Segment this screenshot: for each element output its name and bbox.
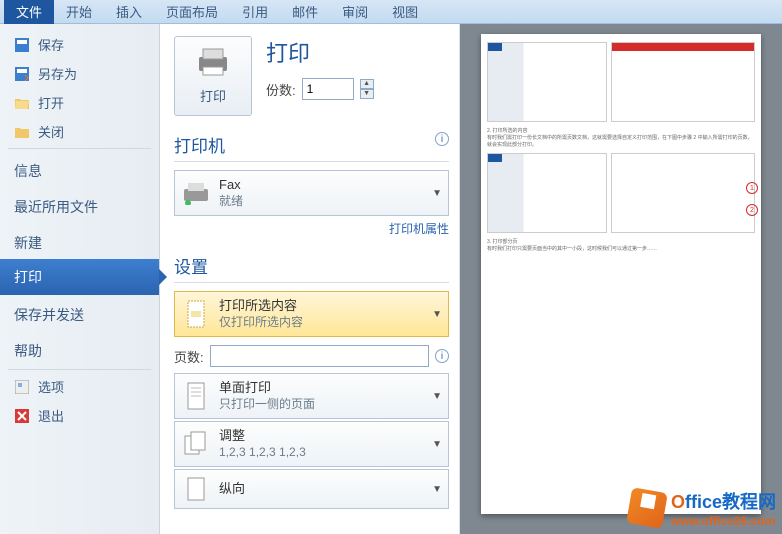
onesided-subtitle: 只打印一侧的页面 <box>219 397 424 413</box>
info-icon[interactable]: i <box>435 132 449 146</box>
open-icon <box>14 95 30 111</box>
sidebar-cat-saveandsend[interactable]: 保存并发送 <box>0 295 159 331</box>
separator <box>8 148 151 149</box>
sidebar-item-open[interactable]: 打开 <box>0 88 159 117</box>
spin-up-icon[interactable]: ▲ <box>360 79 374 89</box>
sidebar-cat-info[interactable]: 信息 <box>0 151 159 187</box>
tab-references[interactable]: 引用 <box>230 0 280 24</box>
save-icon <box>14 37 30 53</box>
pages-label: 页数: <box>174 347 204 366</box>
preview-body: 有时我们需打印一份长文档中的所需页数文档，这就需要选择自定义打印范围，在下图中步… <box>487 135 755 149</box>
saveas-icon <box>14 66 30 82</box>
sidebar-item-close[interactable]: 关闭 <box>0 117 159 146</box>
collated-subtitle: 1,2,3 1,2,3 1,2,3 <box>219 445 424 461</box>
copies-spinner[interactable]: ▲ ▼ <box>360 79 374 99</box>
sidebar-item-save[interactable]: 保存 <box>0 30 159 59</box>
print-button[interactable]: 打印 <box>174 36 252 116</box>
exit-icon <box>14 408 30 424</box>
separator <box>8 369 151 370</box>
watermark-brand: Office教程网 <box>671 488 776 514</box>
orientation-combo[interactable]: 纵向 ▼ <box>174 469 449 509</box>
chevron-down-icon: ▼ <box>432 439 442 450</box>
close-icon <box>14 124 30 140</box>
sidebar-item-label: 另存为 <box>38 64 77 83</box>
range-title: 打印所选内容 <box>219 298 424 315</box>
collated-combo[interactable]: 调整 1,2,3 1,2,3 1,2,3 ▼ <box>174 421 449 467</box>
preview-heading: 3. 打印部分页 <box>487 239 755 246</box>
preview-thumb: 1 2 <box>611 153 755 233</box>
chevron-down-icon: ▼ <box>432 188 442 199</box>
portrait-icon <box>181 472 211 506</box>
orientation-title: 纵向 <box>219 481 424 498</box>
tab-file[interactable]: 文件 <box>4 0 54 24</box>
sidebar-cat-new[interactable]: 新建 <box>0 223 159 259</box>
backstage-sidebar: 保存 另存为 打开 关闭 信息 最近所用文件 新建 打印 保存并发送 帮助 选项… <box>0 24 160 534</box>
printer-section-title: 打印机 i <box>174 132 449 157</box>
annotation-1: 1 <box>746 182 758 194</box>
copies-input[interactable] <box>302 78 354 100</box>
onesided-title: 单面打印 <box>219 380 424 397</box>
onesided-icon <box>181 379 211 413</box>
tab-mailings[interactable]: 邮件 <box>280 0 330 24</box>
printer-name: Fax <box>219 177 424 194</box>
separator <box>174 161 449 162</box>
sidebar-item-exit[interactable]: 退出 <box>0 401 159 430</box>
watermark-url: www.office26.com <box>671 514 776 528</box>
preview-thumb <box>487 153 607 233</box>
print-panel: 打印 打印 份数: ▲ ▼ 打印机 i Fax <box>160 24 460 534</box>
pages-input[interactable] <box>210 345 429 367</box>
sidebar-item-label: 保存 <box>38 35 64 54</box>
printer-status: 就绪 <box>219 194 424 210</box>
preview-body: 有时我们打印只需要页面当中的其中一小段，这时候我们可以通过第一步…… <box>487 246 755 253</box>
info-icon[interactable]: i <box>435 349 449 363</box>
fax-printer-icon <box>181 176 211 210</box>
sidebar-item-label: 退出 <box>38 406 64 425</box>
preview-page: 2. 打印所选的内容 有时我们需打印一份长文档中的所需页数文档，这就需要选择自定… <box>481 34 761 514</box>
printer-properties-link[interactable]: 打印机属性 <box>174 220 449 237</box>
settings-section-title: 设置 <box>174 253 449 278</box>
tab-home[interactable]: 开始 <box>54 0 104 24</box>
ribbon: 文件 开始 插入 页面布局 引用 邮件 审阅 视图 <box>0 0 782 24</box>
collated-icon <box>181 427 211 461</box>
range-subtitle: 仅打印所选内容 <box>219 315 424 331</box>
preview-heading: 2. 打印所选的内容 <box>487 128 755 135</box>
preview-thumb <box>487 42 607 122</box>
print-button-label: 打印 <box>200 86 226 105</box>
annotation-2: 2 <box>746 204 758 216</box>
onesided-combo[interactable]: 单面打印 只打印一侧的页面 ▼ <box>174 373 449 419</box>
watermark-logo-icon <box>626 487 668 529</box>
chevron-down-icon: ▼ <box>432 484 442 495</box>
tab-view[interactable]: 视图 <box>380 0 430 24</box>
preview-thumb <box>611 42 755 122</box>
print-range-combo[interactable]: 打印所选内容 仅打印所选内容 ▼ <box>174 291 449 337</box>
tab-insert[interactable]: 插入 <box>104 0 154 24</box>
sidebar-item-saveas[interactable]: 另存为 <box>0 59 159 88</box>
sidebar-item-label: 选项 <box>38 377 64 396</box>
collated-title: 调整 <box>219 428 424 445</box>
sidebar-item-label: 打开 <box>38 93 64 112</box>
sidebar-item-label: 关闭 <box>38 122 64 141</box>
options-icon <box>14 379 30 395</box>
chevron-down-icon: ▼ <box>432 391 442 402</box>
spin-down-icon[interactable]: ▼ <box>360 89 374 99</box>
tab-review[interactable]: 审阅 <box>330 0 380 24</box>
print-preview-area: 2. 打印所选的内容 有时我们需打印一份长文档中的所需页数文档，这就需要选择自定… <box>460 24 782 534</box>
sidebar-cat-recent[interactable]: 最近所用文件 <box>0 187 159 223</box>
watermark: Office教程网 www.office26.com <box>629 488 776 528</box>
sidebar-item-options[interactable]: 选项 <box>0 372 159 401</box>
print-title: 打印 <box>266 36 374 68</box>
printer-icon <box>195 47 231 82</box>
printer-combo[interactable]: Fax 就绪 ▼ <box>174 170 449 216</box>
tab-pagelayout[interactable]: 页面布局 <box>154 0 230 24</box>
sidebar-cat-print[interactable]: 打印 <box>0 259 159 295</box>
chevron-down-icon: ▼ <box>432 309 442 320</box>
page-selection-icon <box>181 297 211 331</box>
sidebar-cat-help[interactable]: 帮助 <box>0 331 159 367</box>
copies-label: 份数: <box>266 80 296 99</box>
separator <box>174 282 449 283</box>
